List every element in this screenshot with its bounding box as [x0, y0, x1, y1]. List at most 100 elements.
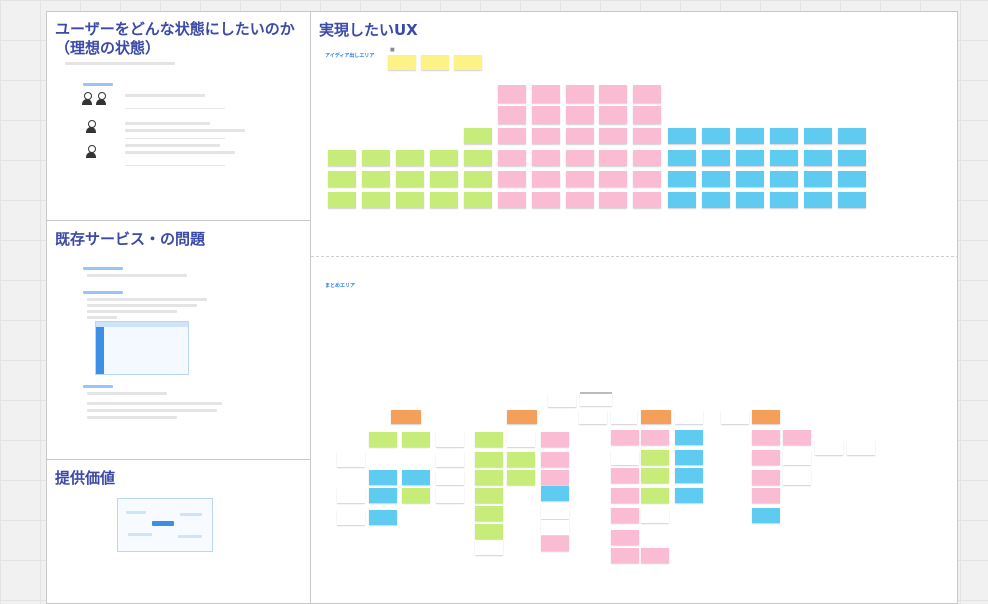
summary-sticky-note[interactable] — [369, 488, 397, 503]
summary-column-header[interactable] — [507, 410, 537, 424]
pink-sticky-note[interactable] — [566, 171, 594, 187]
pink-sticky-note[interactable] — [532, 150, 560, 166]
blue-sticky-note[interactable] — [804, 171, 832, 187]
summary-sticky-note[interactable] — [541, 486, 569, 501]
summary-sticky-note[interactable] — [541, 520, 569, 535]
green-sticky-note[interactable] — [430, 171, 458, 187]
value-frame[interactable]: 提供価値 — [46, 459, 311, 604]
summary-sticky-note[interactable] — [675, 488, 703, 503]
green-sticky-note[interactable] — [328, 150, 356, 166]
blue-sticky-note[interactable] — [702, 192, 730, 208]
summary-sticky-note[interactable] — [641, 468, 669, 483]
pink-sticky-note[interactable] — [498, 128, 526, 144]
summary-sticky-note[interactable] — [436, 432, 464, 447]
summary-sticky-note[interactable] — [436, 470, 464, 485]
yellow-sticky-note[interactable] — [454, 55, 482, 70]
summary-sticky-note[interactable] — [541, 452, 569, 467]
summary-note[interactable] — [611, 410, 637, 424]
summary-sticky-note[interactable] — [475, 506, 503, 521]
green-sticky-note[interactable] — [430, 150, 458, 166]
pink-sticky-note[interactable] — [532, 192, 560, 208]
summary-sticky-note[interactable] — [541, 470, 569, 485]
summary-sticky-note[interactable] — [369, 470, 397, 485]
pink-sticky-note[interactable] — [599, 171, 627, 187]
blue-sticky-note[interactable] — [838, 171, 866, 187]
green-sticky-note[interactable] — [362, 192, 390, 208]
blue-sticky-note[interactable] — [770, 171, 798, 187]
summary-column-header[interactable] — [391, 410, 421, 424]
green-sticky-note[interactable] — [396, 171, 424, 187]
blue-sticky-note[interactable] — [838, 192, 866, 208]
blue-sticky-note[interactable] — [668, 171, 696, 187]
ideal-state-frame[interactable]: ユーザーをどんな状態にしたいのか（理想の状態） — [46, 11, 311, 221]
summary-sticky-note[interactable] — [847, 440, 875, 455]
summary-sticky-note[interactable] — [507, 452, 535, 467]
pink-sticky-note[interactable] — [498, 85, 526, 103]
summary-sticky-note[interactable] — [641, 508, 669, 523]
pink-sticky-note[interactable] — [532, 85, 560, 103]
summary-sticky-note[interactable] — [675, 450, 703, 465]
green-sticky-note[interactable] — [328, 171, 356, 187]
summary-sticky-note[interactable] — [337, 488, 365, 503]
summary-sticky-note[interactable] — [752, 488, 780, 503]
summary-sticky-note[interactable] — [402, 470, 430, 485]
blue-sticky-note[interactable] — [770, 192, 798, 208]
summary-sticky-note[interactable] — [475, 488, 503, 503]
summary-sticky-note[interactable] — [641, 430, 669, 445]
blue-sticky-note[interactable] — [770, 128, 798, 144]
blue-sticky-note[interactable] — [838, 150, 866, 166]
summary-sticky-note[interactable] — [337, 510, 365, 525]
summary-sticky-note[interactable] — [436, 452, 464, 467]
blue-sticky-note[interactable] — [702, 171, 730, 187]
green-sticky-note[interactable] — [464, 150, 492, 166]
pink-sticky-note[interactable] — [498, 171, 526, 187]
blue-sticky-note[interactable] — [804, 128, 832, 144]
summary-sticky-note[interactable] — [752, 430, 780, 445]
summary-sticky-note[interactable] — [611, 450, 639, 465]
blue-sticky-note[interactable] — [668, 128, 696, 144]
pink-sticky-note[interactable] — [633, 171, 661, 187]
pink-sticky-note[interactable] — [566, 192, 594, 208]
summary-sticky-note[interactable] — [783, 470, 811, 485]
summary-sticky-note[interactable] — [675, 430, 703, 445]
blue-sticky-note[interactable] — [838, 128, 866, 144]
yellow-sticky-note[interactable] — [388, 55, 416, 70]
summary-sticky-note[interactable] — [541, 536, 569, 551]
pink-sticky-note[interactable] — [566, 150, 594, 166]
pink-sticky-note[interactable] — [633, 192, 661, 208]
pink-sticky-note[interactable] — [566, 85, 594, 103]
summary-sticky-note[interactable] — [436, 488, 464, 503]
pink-sticky-note[interactable] — [599, 192, 627, 208]
summary-sticky-note[interactable] — [641, 488, 669, 503]
pink-sticky-note[interactable] — [532, 171, 560, 187]
summary-column-header[interactable] — [752, 410, 780, 424]
summary-sticky-note[interactable] — [402, 432, 430, 447]
blue-sticky-note[interactable] — [668, 192, 696, 208]
summary-note[interactable] — [580, 392, 612, 406]
blue-sticky-note[interactable] — [736, 171, 764, 187]
summary-note[interactable] — [675, 410, 703, 424]
green-sticky-note[interactable] — [362, 150, 390, 166]
summary-sticky-note[interactable] — [475, 452, 503, 467]
summary-sticky-note[interactable] — [611, 508, 639, 523]
summary-sticky-note[interactable] — [475, 524, 503, 539]
summary-sticky-note[interactable] — [507, 432, 535, 447]
pink-sticky-note[interactable] — [498, 106, 526, 124]
pink-sticky-note[interactable] — [498, 150, 526, 166]
summary-sticky-note[interactable] — [611, 488, 639, 503]
summary-note[interactable] — [579, 410, 607, 424]
pink-sticky-note[interactable] — [633, 106, 661, 124]
summary-sticky-note[interactable] — [541, 504, 569, 519]
summary-sticky-note[interactable] — [337, 452, 365, 467]
pink-sticky-note[interactable] — [633, 85, 661, 103]
summary-note[interactable] — [548, 393, 576, 407]
summary-sticky-note[interactable] — [507, 470, 535, 485]
green-sticky-note[interactable] — [464, 128, 492, 144]
summary-sticky-note[interactable] — [369, 432, 397, 447]
green-sticky-note[interactable] — [362, 171, 390, 187]
green-sticky-note[interactable] — [328, 192, 356, 208]
summary-sticky-note[interactable] — [402, 488, 430, 503]
summary-sticky-note[interactable] — [541, 432, 569, 447]
green-sticky-note[interactable] — [396, 150, 424, 166]
summary-sticky-note[interactable] — [475, 540, 503, 555]
